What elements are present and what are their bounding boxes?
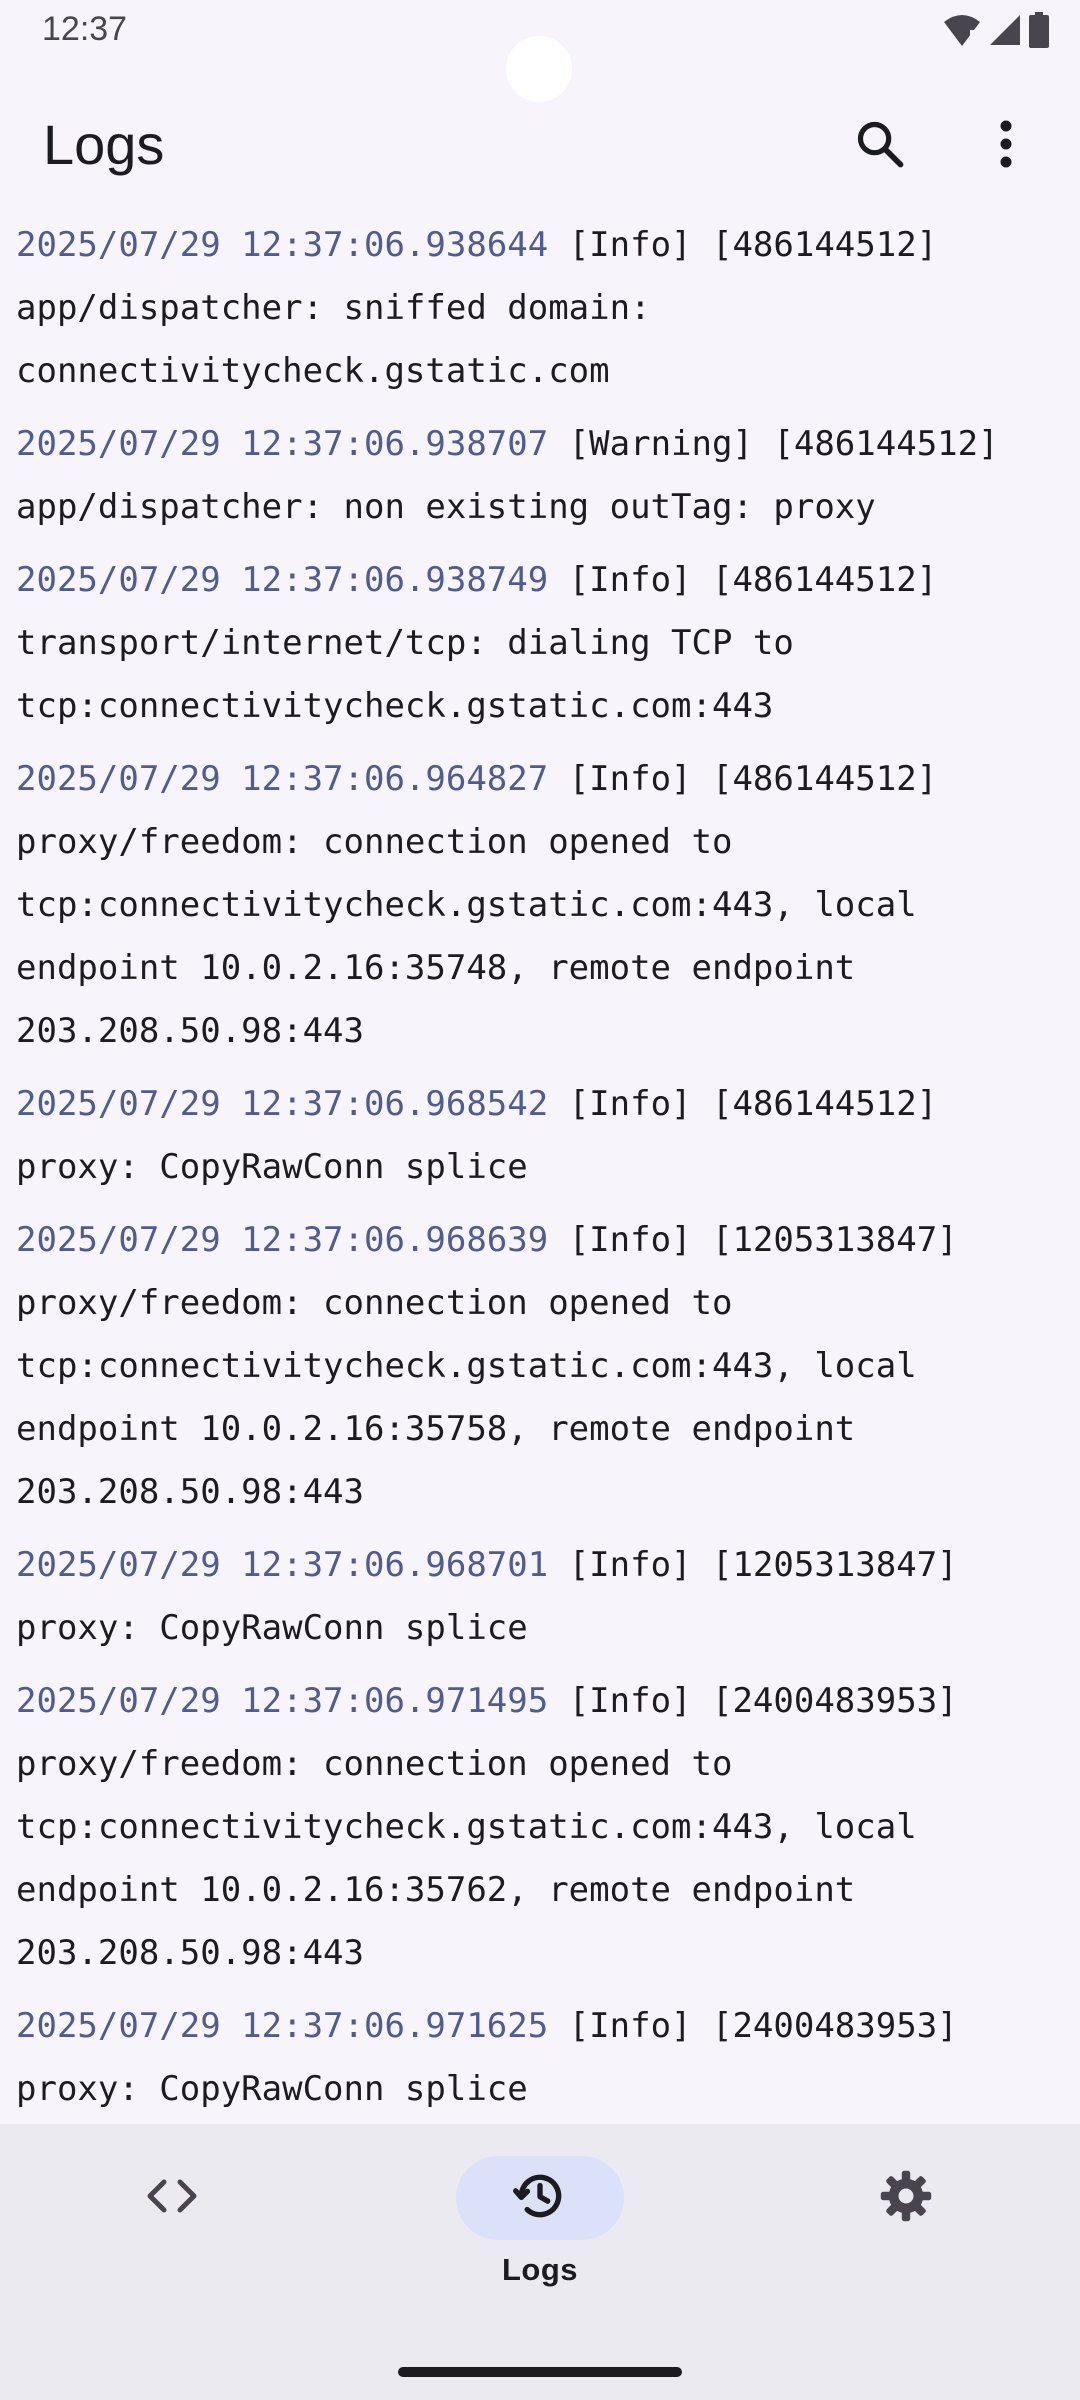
log-entry: 2025/07/29 12:37:06.971625 [Info] [24004…: [0, 1995, 1080, 2121]
battery-icon: [1028, 11, 1050, 53]
log-entry: 2025/07/29 12:37:06.968542 [Info] [48614…: [0, 1073, 1080, 1199]
log-entry: 2025/07/29 12:37:06.938707 [Warning] [48…: [0, 413, 1080, 539]
nav-item-logs[interactable]: Logs: [420, 2156, 660, 2336]
status-time: 12:37: [42, 10, 128, 48]
search-icon: [854, 118, 906, 175]
log-timestamp: 2025/07/29 12:37:06.971495: [16, 1681, 549, 1721]
nav-item-settings[interactable]: [786, 2156, 1026, 2336]
search-button[interactable]: [840, 106, 920, 186]
nav-indicator: [822, 2156, 990, 2240]
log-timestamp: 2025/07/29 12:37:06.964827: [16, 759, 549, 799]
home-indicator[interactable]: [398, 2367, 682, 2377]
log-timestamp: 2025/07/29 12:37:06.938707: [16, 424, 549, 464]
top-app-bar: Logs: [0, 90, 1080, 202]
nav-item-code[interactable]: [52, 2156, 292, 2336]
bottom-navigation: Logs: [0, 2124, 1080, 2400]
nav-active-indicator: [456, 2156, 624, 2240]
log-timestamp: 2025/07/29 12:37:06.938749: [16, 560, 549, 600]
log-entry: 2025/07/29 12:37:06.938749 [Info] [48614…: [0, 549, 1080, 738]
log-message: [Info] [2400483953] proxy/freedom: conne…: [16, 1681, 958, 1973]
log-list[interactable]: 2025/07/29 12:37:06.938644 [Info] [48614…: [0, 214, 1080, 2124]
nav-indicator: [88, 2156, 256, 2240]
status-bar: 12:37: [0, 0, 1080, 102]
nav-item-label: Logs: [501, 2252, 579, 2287]
more-vert-icon: [998, 119, 1014, 174]
page-title: Logs: [43, 113, 165, 176]
log-entry: 2025/07/29 12:37:06.968639 [Info] [12053…: [0, 1209, 1080, 1524]
log-timestamp: 2025/07/29 12:37:06.968542: [16, 1084, 549, 1124]
status-icons: [942, 11, 1050, 53]
history-icon: [512, 2168, 568, 2229]
log-entry: 2025/07/29 12:37:06.971495 [Info] [24004…: [0, 1670, 1080, 1985]
log-timestamp: 2025/07/29 12:37:06.968701: [16, 1545, 549, 1585]
wifi-icon: [942, 12, 982, 53]
log-entry: 2025/07/29 12:37:06.938644 [Info] [48614…: [0, 214, 1080, 403]
more-options-button[interactable]: [966, 106, 1046, 186]
log-message: [Info] [1205313847] proxy/freedom: conne…: [16, 1220, 958, 1512]
screen: 12:37 Logs 2025/07/29 12:37:06.938644 [I…: [0, 0, 1080, 2400]
log-timestamp: 2025/07/29 12:37:06.938644: [16, 225, 549, 265]
signal-icon: [988, 13, 1022, 52]
code-icon: [144, 2176, 200, 2221]
settings-gear-icon: [878, 2168, 934, 2229]
log-timestamp: 2025/07/29 12:37:06.971625: [16, 2006, 549, 2046]
log-entry: 2025/07/29 12:37:06.964827 [Info] [48614…: [0, 748, 1080, 1063]
log-message: [Info] [486144512] proxy/freedom: connec…: [16, 759, 938, 1051]
log-timestamp: 2025/07/29 12:37:06.968639: [16, 1220, 549, 1260]
log-entry: 2025/07/29 12:37:06.968701 [Info] [12053…: [0, 1534, 1080, 1660]
